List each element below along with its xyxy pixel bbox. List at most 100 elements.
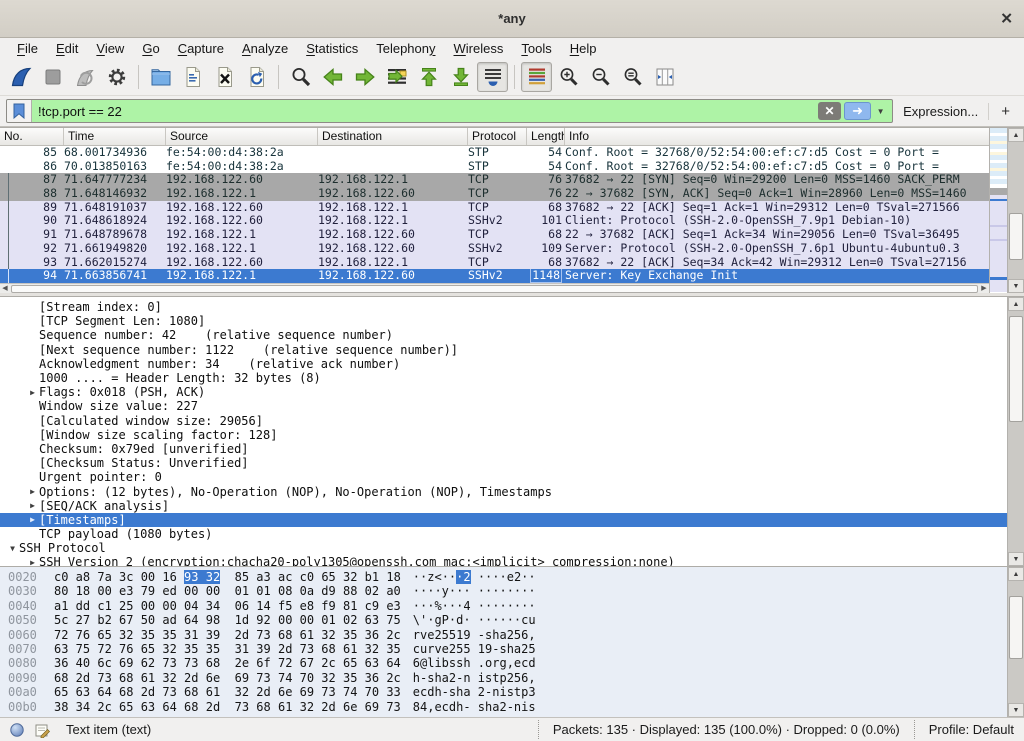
hex-row-0070[interactable]: 007063 75 72 76 65 32 35 35 31 39 2d 73 … xyxy=(8,642,1007,656)
details-vscrollbar[interactable]: ▲ ▼ xyxy=(1007,297,1024,566)
packet-row-85[interactable]: 8568.001734936fe:54:00:d4:38:2aSTP54Conf… xyxy=(0,146,989,160)
scroll-left-icon[interactable]: ◀ xyxy=(0,284,10,293)
collapsed-arrow-icon[interactable]: ▶ xyxy=(26,515,39,524)
menu-analyze[interactable]: Analyze xyxy=(233,38,297,59)
hex-row-0080[interactable]: 008036 40 6c 69 62 73 73 68 2e 6f 72 67 … xyxy=(8,656,1007,670)
close-button[interactable]: ✕ xyxy=(1000,11,1013,26)
capture-comment-icon[interactable] xyxy=(34,722,50,738)
stop-capture-button[interactable] xyxy=(37,62,68,92)
capture-options-button[interactable] xyxy=(101,62,132,92)
menu-help[interactable]: Help xyxy=(561,38,606,59)
add-filter-button[interactable]: + xyxy=(988,103,1018,120)
detail-line[interactable]: [Calculated window size: 29056] xyxy=(0,414,1007,428)
bytes-scroll-down-icon[interactable]: ▼ xyxy=(1008,703,1024,717)
resize-columns-button[interactable] xyxy=(649,62,680,92)
go-back-button[interactable] xyxy=(317,62,348,92)
details-vscroll-thumb[interactable] xyxy=(1009,316,1023,422)
bytes-vscrollbar[interactable]: ▲ ▼ xyxy=(1007,567,1024,717)
detail-line[interactable]: Checksum: 0x79ed [unverified] xyxy=(0,442,1007,456)
open-file-button[interactable] xyxy=(145,62,176,92)
detail-line[interactable]: Sequence number: 42 (relative sequence n… xyxy=(0,328,1007,342)
detail-line[interactable]: ▶Options: (12 bytes), No-Operation (NOP)… xyxy=(0,484,1007,498)
filter-history-dropdown[interactable]: ▼ xyxy=(873,102,888,120)
hex-row-0020[interactable]: 0020c0 a8 7a 3c 00 16 93 32 85 a3 ac c0 … xyxy=(8,570,1007,584)
detail-line[interactable]: 1000 .... = Header Length: 32 bytes (8) xyxy=(0,371,1007,385)
packet-list-hscrollbar[interactable]: ◀ ▶ xyxy=(0,283,989,293)
detail-line[interactable]: [Next sequence number: 1122 (relative se… xyxy=(0,343,1007,357)
filter-clear-button[interactable]: ✕ xyxy=(818,102,841,120)
packet-list-vscrollbar[interactable]: ▲ ▼ xyxy=(1007,128,1024,293)
detail-line[interactable]: ▼SSH Protocol xyxy=(0,541,1007,555)
detail-line[interactable]: ▶SSH Version 2 (encryption:chacha20-poly… xyxy=(0,555,1007,566)
scroll-up-icon[interactable]: ▲ xyxy=(1008,128,1024,142)
detail-line[interactable]: TCP payload (1080 bytes) xyxy=(0,527,1007,541)
vscroll-thumb[interactable] xyxy=(1009,213,1023,260)
packet-row-90[interactable]: 9071.648618924192.168.122.60192.168.122.… xyxy=(0,214,989,228)
expression-button[interactable]: Expression... xyxy=(893,104,988,119)
collapsed-arrow-icon[interactable]: ▶ xyxy=(26,558,39,566)
scroll-down-icon[interactable]: ▼ xyxy=(1008,279,1024,293)
menu-tools[interactable]: Tools xyxy=(512,38,560,59)
menu-edit[interactable]: Edit xyxy=(47,38,87,59)
detail-line[interactable]: [TCP Segment Len: 1080] xyxy=(0,314,1007,328)
go-last-button[interactable] xyxy=(445,62,476,92)
zoom-reset-button[interactable] xyxy=(617,62,648,92)
detail-line[interactable]: [Checksum Status: Unverified] xyxy=(0,456,1007,470)
status-profile[interactable]: Profile: Default xyxy=(914,720,1014,739)
packet-row-87[interactable]: 8771.647777234192.168.122.60192.168.122.… xyxy=(0,173,989,187)
auto-scroll-button[interactable] xyxy=(477,62,508,92)
save-file-button[interactable] xyxy=(177,62,208,92)
column-header-no[interactable]: No. xyxy=(0,128,64,145)
bytes-scroll-up-icon[interactable]: ▲ xyxy=(1008,567,1024,581)
detail-line[interactable]: ▶[Timestamps] xyxy=(0,513,1007,527)
menu-view[interactable]: View xyxy=(87,38,133,59)
go-to-packet-button[interactable] xyxy=(381,62,412,92)
colorize-button[interactable] xyxy=(521,62,552,92)
menu-go[interactable]: Go xyxy=(133,38,168,59)
hex-row-00a0[interactable]: 00a065 63 64 68 2d 73 68 61 32 2d 6e 69 … xyxy=(8,685,1007,699)
column-header-time[interactable]: Time xyxy=(64,128,166,145)
bytes-vscroll-thumb[interactable] xyxy=(1009,596,1023,659)
zoom-out-button[interactable] xyxy=(585,62,616,92)
hex-row-00b0[interactable]: 00b038 34 2c 65 63 64 68 2d 73 68 61 32 … xyxy=(8,700,1007,714)
menu-telephony[interactable]: Telephony xyxy=(367,38,444,59)
collapsed-arrow-icon[interactable]: ▶ xyxy=(26,501,39,510)
column-header-info[interactable]: Info xyxy=(565,128,989,145)
start-capture-button[interactable] xyxy=(5,62,36,92)
packet-row-91[interactable]: 9171.648789678192.168.122.1192.168.122.6… xyxy=(0,228,989,242)
column-header-protocol[interactable]: Protocol xyxy=(468,128,527,145)
restart-capture-button[interactable] xyxy=(69,62,100,92)
menu-statistics[interactable]: Statistics xyxy=(297,38,367,59)
zoom-in-button[interactable] xyxy=(553,62,584,92)
menu-capture[interactable]: Capture xyxy=(169,38,233,59)
hex-row-0050[interactable]: 00505c 27 b2 67 50 ad 64 98 1d 92 00 00 … xyxy=(8,613,1007,627)
expert-info-icon[interactable] xyxy=(10,723,24,737)
go-first-button[interactable] xyxy=(413,62,444,92)
hex-row-0090[interactable]: 009068 2d 73 68 61 32 2d 6e 69 73 74 70 … xyxy=(8,671,1007,685)
hex-row-0040[interactable]: 0040a1 dd c1 25 00 00 04 34 06 14 f5 e8 … xyxy=(8,599,1007,613)
expanded-arrow-icon[interactable]: ▼ xyxy=(6,544,19,553)
display-filter-input[interactable] xyxy=(32,104,818,119)
reload-file-button[interactable] xyxy=(241,62,272,92)
detail-line[interactable]: ▶Flags: 0x018 (PSH, ACK) xyxy=(0,385,1007,399)
display-filter-field[interactable]: ✕ ➜ ▼ xyxy=(6,99,893,123)
collapsed-arrow-icon[interactable]: ▶ xyxy=(26,487,39,496)
packet-row-88[interactable]: 8871.648146932192.168.122.1192.168.122.6… xyxy=(0,187,989,201)
packet-row-89[interactable]: 8971.648191037192.168.122.60192.168.122.… xyxy=(0,201,989,215)
packet-list-minimap[interactable] xyxy=(989,128,1007,293)
detail-line[interactable]: [Window size scaling factor: 128] xyxy=(0,428,1007,442)
hex-row-0030[interactable]: 003080 18 00 e3 79 ed 00 00 01 01 08 0a … xyxy=(8,584,1007,598)
detail-line[interactable]: Urgent pointer: 0 xyxy=(0,470,1007,484)
detail-line[interactable]: Window size value: 227 xyxy=(0,399,1007,413)
detail-line[interactable]: [Stream index: 0] xyxy=(0,300,1007,314)
column-header-length[interactable]: Length xyxy=(527,128,565,145)
column-header-source[interactable]: Source xyxy=(166,128,318,145)
details-scroll-up-icon[interactable]: ▲ xyxy=(1008,297,1024,311)
hex-row-0060[interactable]: 006072 76 65 32 35 35 31 39 2d 73 68 61 … xyxy=(8,628,1007,642)
scroll-right-icon[interactable]: ▶ xyxy=(979,284,989,293)
filter-bookmark-button[interactable] xyxy=(7,100,32,122)
find-packet-button[interactable] xyxy=(285,62,316,92)
detail-line[interactable]: ▶[SEQ/ACK analysis] xyxy=(0,499,1007,513)
details-scroll-down-icon[interactable]: ▼ xyxy=(1008,552,1024,566)
packet-row-94[interactable]: 9471.663856741192.168.122.1192.168.122.6… xyxy=(0,269,989,283)
